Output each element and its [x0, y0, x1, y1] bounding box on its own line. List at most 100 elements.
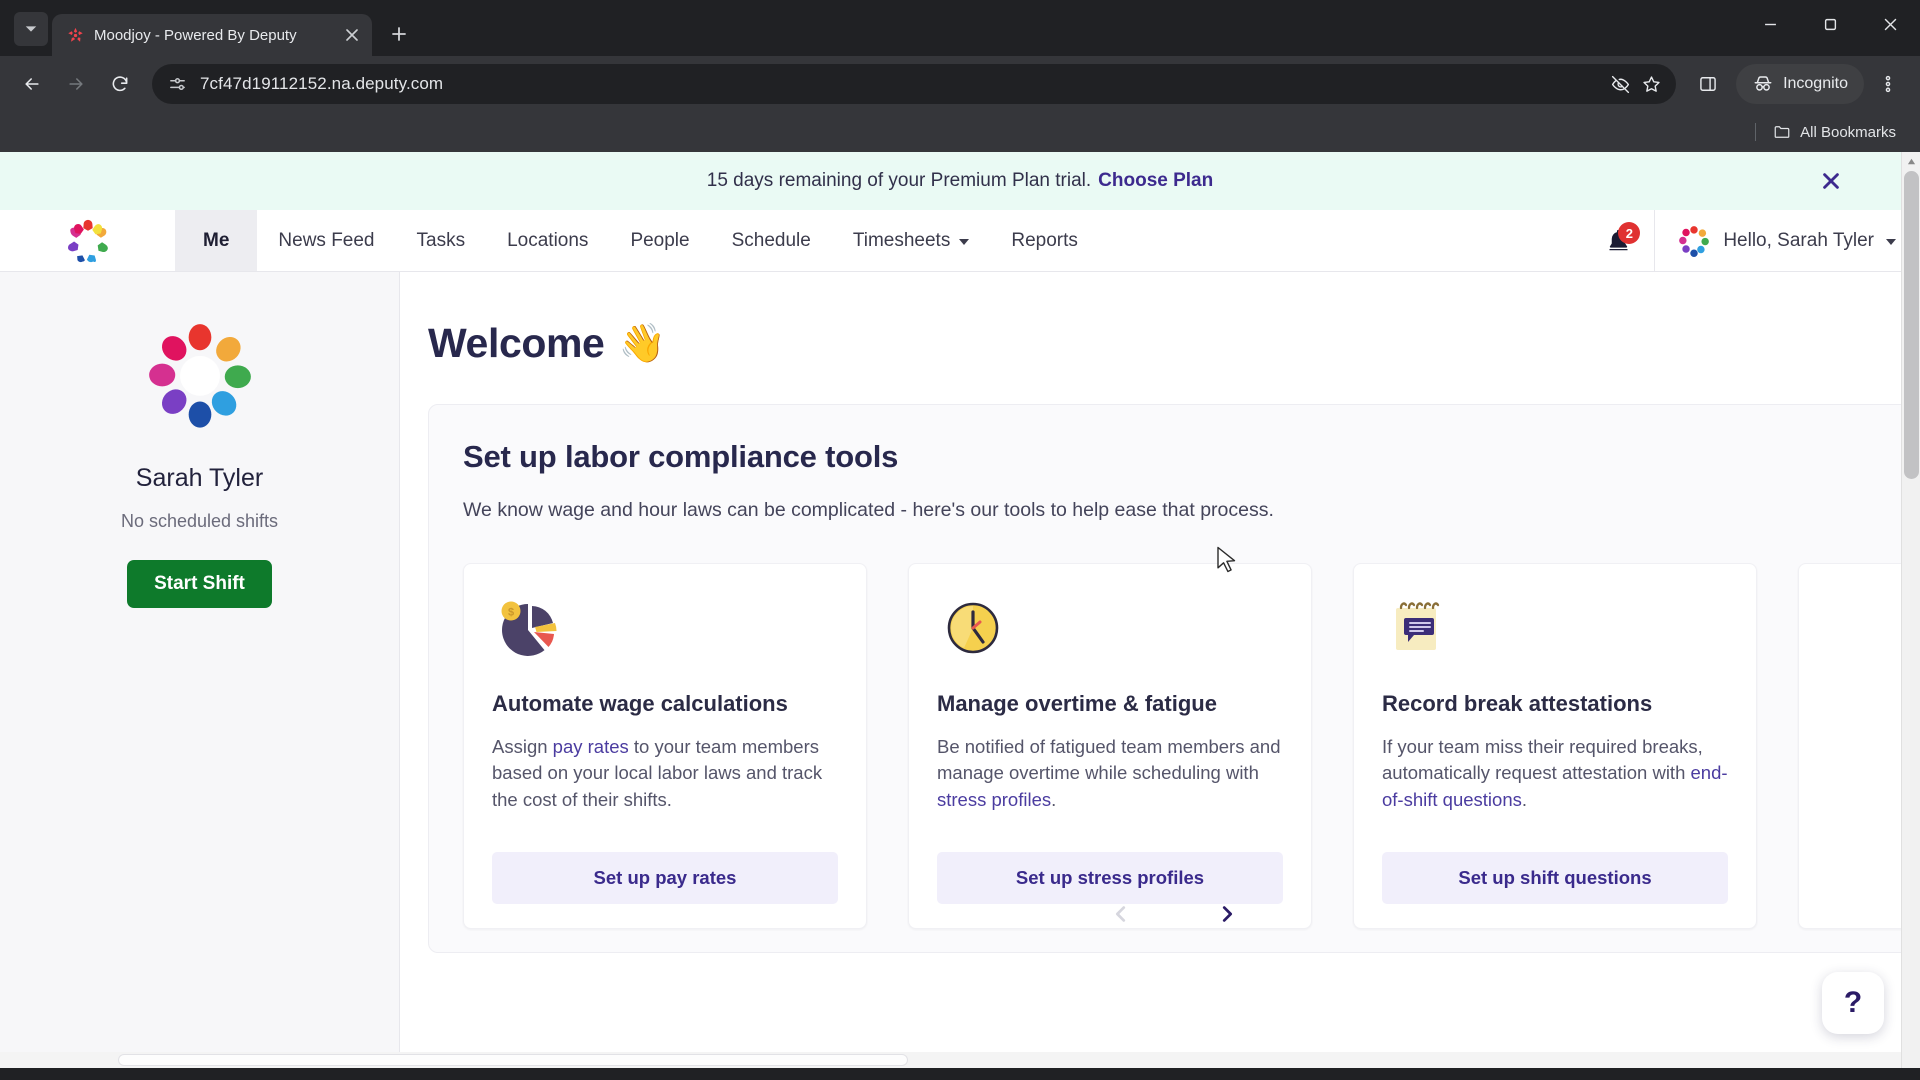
- desc-link[interactable]: stress profiles: [937, 789, 1051, 810]
- deputy-star-logo[interactable]: [0, 210, 175, 271]
- nav-right-group: 2 Hello, Sarah Tyler: [1583, 210, 1920, 271]
- user-avatar-logo: [1679, 225, 1710, 257]
- nav-label: News Feed: [278, 229, 375, 251]
- trial-message: 15 days remaining of your Premium Plan t…: [706, 170, 1092, 191]
- shift-status-text: No scheduled shifts: [120, 511, 279, 531]
- panel-subtitle: We know wage and hour laws can be compli…: [463, 499, 1274, 521]
- browser-chrome: Moodjoy - Powered By Deputy 7cf47d191121…: [0, 0, 1920, 152]
- desc-link[interactable]: pay rates: [553, 736, 629, 757]
- notepad-speech-icon: [1396, 602, 1440, 650]
- notifications-button[interactable]: 2: [1583, 210, 1656, 271]
- clock-icon: [947, 602, 999, 654]
- window-close-icon[interactable]: [1860, 0, 1920, 48]
- nav-item-locations[interactable]: Locations: [486, 210, 609, 271]
- help-icon: ?: [1843, 986, 1863, 1019]
- tool-cards-carousel: $ Automate wage calculations Assign pay …: [463, 563, 1920, 929]
- folder-icon: [1774, 126, 1790, 138]
- profile-incognito-button[interactable]: Incognito: [1736, 64, 1864, 104]
- scrollbar-thumb[interactable]: [1904, 171, 1919, 479]
- tool-card[interactable]: $ Automate wage calculations Assign pay …: [463, 563, 867, 929]
- tab-title: Moodjoy - Powered By Deputy: [94, 26, 297, 44]
- nav-item-schedule[interactable]: Schedule: [711, 210, 832, 271]
- start-shift-button[interactable]: Start Shift: [127, 560, 272, 608]
- chevron-down-icon: [959, 239, 970, 245]
- waving-hand-icon: 👋: [618, 322, 666, 365]
- tab-close-icon[interactable]: [340, 23, 364, 47]
- card-title: Record break attestations: [1382, 691, 1653, 716]
- reload-icon[interactable]: [100, 64, 140, 104]
- browser-toolbar: 7cf47d19112152.na.deputy.com Incognito: [0, 56, 1920, 112]
- deputy-logo-icon: [68, 27, 83, 42]
- bookmarks-bar: All Bookmarks: [0, 112, 1920, 152]
- nav-label: Reports: [1011, 229, 1078, 251]
- user-menu-button[interactable]: Hello, Sarah Tyler: [1655, 210, 1920, 271]
- site-settings-icon: [170, 77, 185, 90]
- browser-tabstrip: Moodjoy - Powered By Deputy: [0, 0, 1920, 56]
- nav-item-tasks[interactable]: Tasks: [396, 210, 487, 271]
- scroll-up-arrow-icon[interactable]: [1902, 152, 1920, 171]
- page-scrollbar[interactable]: [1901, 152, 1920, 1068]
- desc-part: Be notified of fatigued team members and…: [937, 736, 1281, 784]
- profile-sidebar: Sarah Tyler No scheduled shifts Start Sh…: [0, 272, 400, 1068]
- nav-item-reports[interactable]: Reports: [990, 210, 1099, 271]
- all-bookmarks-button[interactable]: All Bookmarks: [1767, 119, 1902, 145]
- maximize-icon[interactable]: [1800, 0, 1860, 48]
- desc-part: .: [1521, 788, 1527, 810]
- tab-search-icon[interactable]: [14, 12, 48, 46]
- choose-plan-link[interactable]: Choose Plan: [1098, 170, 1213, 192]
- desc-part: Assign: [492, 736, 553, 757]
- svg-text:$: $: [508, 607, 514, 619]
- close-icon[interactable]: [1814, 164, 1848, 198]
- nav-label: Timesheets: [852, 229, 951, 251]
- incognito-icon: [1754, 76, 1772, 91]
- card-title: Automate wage calculations: [492, 691, 788, 716]
- eye-slash-icon[interactable]: [1610, 74, 1631, 95]
- profile-label: Incognito: [1783, 75, 1848, 92]
- profile-avatar-logo: [148, 324, 251, 428]
- card-description: If your team miss their required breaks,…: [1382, 734, 1728, 830]
- main-panel: Welcome 👋 Set up labor compliance tools …: [400, 272, 1920, 1068]
- page-viewport: 15 days remaining of your Premium Plan t…: [0, 152, 1920, 1068]
- page-content: Sarah Tyler No scheduled shifts Start Sh…: [0, 272, 1920, 1068]
- app-navbar: Me News Feed Tasks Locations People Sche…: [0, 210, 1920, 272]
- tool-card[interactable]: Manage overtime & fatigue Be notified of…: [908, 563, 1312, 929]
- chevron-left-icon[interactable]: [1101, 894, 1141, 934]
- chevron-down-icon: [1886, 239, 1896, 245]
- side-panel-icon[interactable]: [1688, 64, 1728, 104]
- compliance-tools-panel: Set up labor compliance tools We know wa…: [428, 404, 1920, 953]
- chevron-right-icon[interactable]: [1207, 894, 1247, 934]
- forward-arrow-icon[interactable]: [56, 64, 96, 104]
- url-text: 7cf47d19112152.na.deputy.com: [200, 74, 444, 93]
- nav-items: Me News Feed Tasks Locations People Sche…: [175, 210, 1099, 271]
- nav-item-news-feed[interactable]: News Feed: [257, 210, 395, 271]
- window-controls: [1740, 0, 1920, 56]
- new-tab-button[interactable]: [382, 17, 416, 51]
- nav-label: Tasks: [416, 229, 466, 251]
- minimize-icon[interactable]: [1740, 0, 1800, 48]
- nav-item-timesheets[interactable]: Timesheets: [832, 210, 991, 271]
- nav-label: Schedule: [731, 229, 811, 251]
- card-description: Be notified of fatigued team members and…: [937, 734, 1283, 830]
- tool-card[interactable]: Record break attestations If your team m…: [1353, 563, 1757, 929]
- card-title: Manage overtime & fatigue: [937, 691, 1217, 716]
- trial-banner: 15 days remaining of your Premium Plan t…: [0, 152, 1920, 210]
- horizontal-scrollbar-thumb[interactable]: [118, 1054, 908, 1066]
- nav-item-people[interactable]: People: [609, 210, 710, 271]
- bookmarks-divider: [1755, 123, 1757, 141]
- nav-label: Locations: [507, 229, 589, 251]
- panel-title: Set up labor compliance tools: [463, 439, 899, 474]
- help-button[interactable]: ?: [1822, 972, 1884, 1034]
- welcome-text: Welcome: [428, 320, 605, 366]
- nav-label: Me: [203, 229, 230, 251]
- address-bar[interactable]: 7cf47d19112152.na.deputy.com: [152, 64, 1677, 104]
- back-arrow-icon[interactable]: [12, 64, 52, 104]
- desc-part: If your team miss their required breaks,…: [1382, 736, 1703, 784]
- nav-label: People: [630, 229, 690, 251]
- carousel-controls: [429, 894, 1919, 934]
- browser-tab[interactable]: Moodjoy - Powered By Deputy: [52, 14, 372, 56]
- horizontal-scrollbar[interactable]: [0, 1052, 1901, 1068]
- three-dot-menu-icon[interactable]: [1868, 64, 1908, 104]
- star-icon[interactable]: [1641, 74, 1662, 95]
- nav-item-me[interactable]: Me: [175, 210, 258, 271]
- page-title: Welcome 👋: [428, 320, 1920, 367]
